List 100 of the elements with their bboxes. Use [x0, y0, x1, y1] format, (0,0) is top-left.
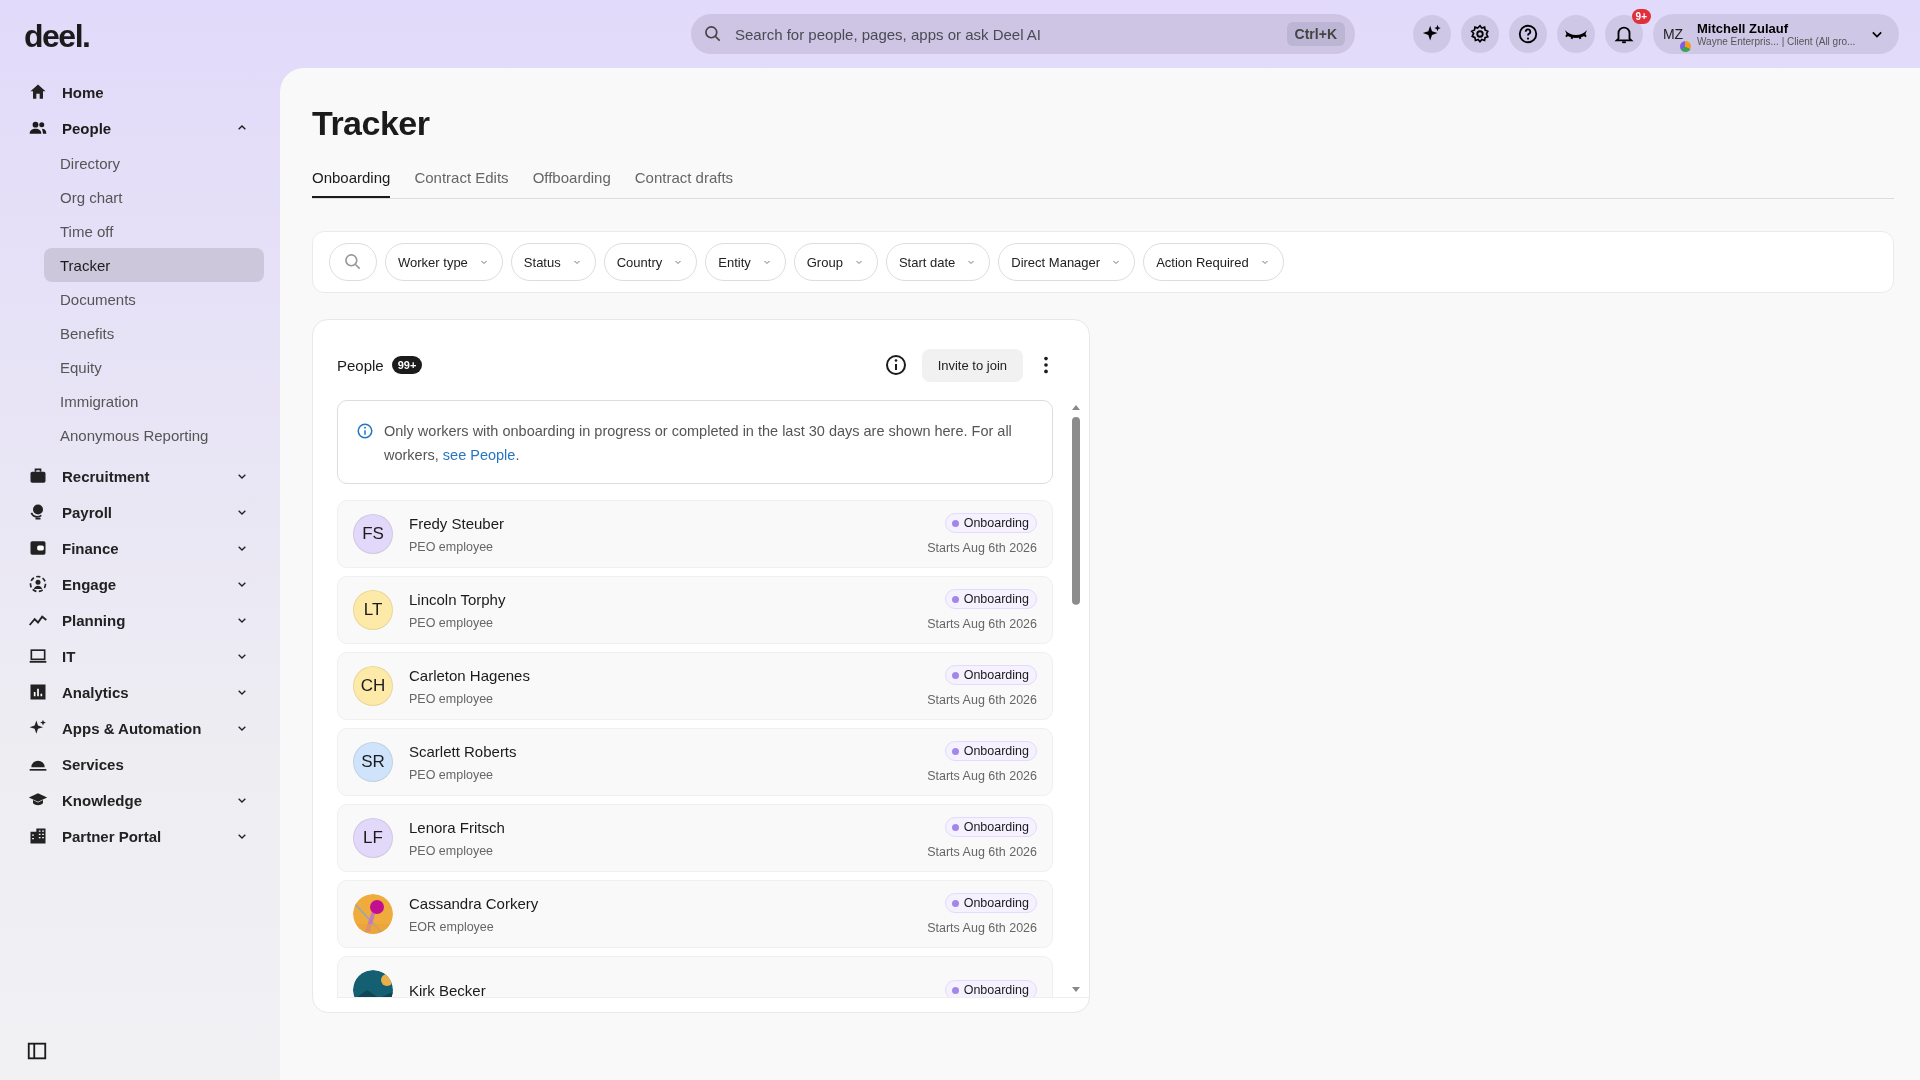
company-logo-icon — [1680, 41, 1691, 52]
status-label: Onboarding — [963, 896, 1029, 910]
status-label: Onboarding — [963, 592, 1029, 606]
info-icon[interactable] — [883, 353, 908, 377]
status-dot — [951, 519, 959, 527]
nav-subitem[interactable]: Anonymous Reporting — [44, 418, 264, 452]
laptop-icon — [28, 646, 48, 666]
status-dot — [951, 823, 959, 831]
nav-item[interactable]: Home — [24, 74, 264, 110]
tab[interactable]: Contract Edits — [414, 169, 509, 198]
avatar-initials: LT — [363, 600, 383, 620]
deel-logo[interactable]: deel. — [0, 0, 280, 68]
start-date: Starts Aug 6th 2026 — [927, 769, 1037, 783]
nav-item[interactable]: Analytics — [24, 674, 264, 710]
house-icon — [28, 82, 48, 102]
person-row[interactable]: CH Carleton Hagenes PEO employee Onboarding Starts Aug 6th 2026 — [337, 652, 1053, 720]
avatar-initials: FS — [362, 524, 384, 544]
status-dot — [951, 986, 959, 994]
sidebar-toggle-icon[interactable] — [26, 1040, 48, 1062]
person-circle-icon — [28, 574, 48, 594]
filter-dropdown[interactable]: Group — [793, 243, 878, 281]
person-name: Kirk Becker — [409, 981, 487, 997]
start-date: Starts Aug 6th 2026 — [927, 921, 1037, 935]
worker-type: PEO employee — [409, 767, 495, 782]
filter-dropdown[interactable]: Start date — [885, 243, 991, 281]
nav-item[interactable]: Recruitment — [24, 458, 264, 494]
nav-item[interactable]: IT — [24, 638, 264, 674]
person-row[interactable]: Kirk Becker Onboarding — [337, 956, 1053, 997]
status-dot — [951, 671, 959, 679]
privacy-button[interactable] — [1557, 15, 1595, 53]
nav-item[interactable]: Payroll — [24, 494, 264, 530]
filter-dropdown[interactable]: Worker type — [385, 243, 503, 281]
status-dot — [951, 747, 959, 755]
filter-dropdown[interactable]: Country — [603, 243, 698, 281]
tab[interactable]: Onboarding — [312, 169, 391, 198]
person-row[interactable]: LF Lenora Fritsch PEO employee Onboarding Starts Aug 6th 2026 — [337, 804, 1053, 872]
nav-item[interactable]: People — [24, 110, 264, 146]
nav-subitem[interactable]: Documents — [44, 282, 264, 316]
settings-button[interactable] — [1461, 15, 1499, 53]
person-name: Lenora Fritsch — [409, 818, 506, 836]
filter-dropdown[interactable]: Status — [510, 243, 596, 281]
see-people-link[interactable]: see People — [442, 447, 516, 463]
closed-eye-icon — [1565, 28, 1587, 40]
worker-type: PEO employee — [409, 843, 495, 858]
person-name: Scarlett Roberts — [409, 742, 518, 760]
nav-item[interactable]: Knowledge — [24, 782, 264, 818]
help-button[interactable] — [1509, 15, 1547, 53]
user-subtitle: Wayne Enterpris... | Client (All gro... — [1697, 36, 1857, 47]
worker-type: EOR employee — [409, 919, 495, 934]
nav-item[interactable]: Planning — [24, 602, 264, 638]
person-name: Fredy Steuber — [409, 514, 506, 532]
wallet-icon — [28, 538, 48, 558]
person-row[interactable]: FS Fredy Steuber PEO employee Onboarding Starts Aug 6th 2026 — [337, 500, 1053, 568]
briefcase-icon — [28, 466, 48, 486]
status-dot — [951, 899, 959, 907]
nav-item[interactable]: Services — [24, 746, 264, 782]
person-row[interactable]: LT Lincoln Torphy PEO employee Onboarding Starts Aug 6th 2026 — [337, 576, 1053, 644]
nav-subitem[interactable]: Tracker — [44, 248, 264, 282]
status-dot — [951, 595, 959, 603]
filter-dropdown[interactable]: Entity — [705, 243, 786, 281]
status-label: Onboarding — [963, 744, 1029, 758]
building-icon — [28, 826, 48, 846]
nav-item[interactable]: Apps & Automation — [24, 710, 264, 746]
person-row[interactable]: SR Scarlett Roberts PEO employee Onboarding Starts Aug 6th 2026 — [337, 728, 1053, 796]
person-row[interactable]: Cassandra Corkery EOR employee Onboarding Starts Aug 6th 2026 — [337, 880, 1053, 948]
settings-icon — [1469, 23, 1491, 45]
search-field[interactable]: Search for people, pages, apps or ask Deel AI Ctrl+K — [691, 14, 1355, 54]
nav-subitem[interactable]: Equity — [44, 350, 264, 384]
avatar-initials: MZ — [1662, 26, 1684, 42]
bar-chart-icon — [28, 682, 48, 702]
status-label: Onboarding — [963, 668, 1029, 682]
tab[interactable]: Offboarding — [532, 169, 611, 198]
nav-item[interactable]: Engage — [24, 566, 264, 602]
filter-dropdown[interactable]: Action Required — [1143, 243, 1284, 281]
nav-subitem[interactable]: Immigration — [44, 384, 264, 418]
nav-subitem[interactable]: Org chart — [44, 180, 264, 214]
nav-subitem[interactable]: Time off — [44, 214, 264, 248]
status-label: Onboarding — [963, 820, 1029, 834]
status-label: Onboarding — [963, 516, 1029, 530]
nav-item[interactable]: Partner Portal — [24, 818, 264, 854]
nav-subitem[interactable]: Benefits — [44, 316, 264, 350]
notification-badge: 9+ — [1631, 9, 1651, 24]
person-name: Cassandra Corkery — [409, 894, 540, 912]
search-icon — [703, 24, 723, 44]
search-input[interactable]: Search for people, pages, apps or ask Deel AI — [733, 24, 1277, 44]
account-menu[interactable]: MZ Mitchell Zulauf Wayne Enterpris... | Client (All gro... — [1653, 14, 1899, 54]
help-icon — [1517, 23, 1539, 45]
nav-subitem[interactable]: Directory — [44, 146, 264, 180]
search-icon — [343, 252, 363, 272]
ai-sparkle-button[interactable] — [1413, 15, 1451, 53]
page-title: Tracker — [312, 104, 431, 143]
invite-button[interactable]: Invite to join — [921, 348, 1023, 382]
nav-item[interactable]: Finance — [24, 530, 264, 566]
avatar-initials: SR — [361, 752, 385, 772]
worker-type: PEO employee — [409, 615, 495, 630]
filter-dropdown[interactable]: Direct Manager — [998, 243, 1136, 281]
tab[interactable]: Contract drafts — [634, 169, 734, 198]
person-name: Lincoln Torphy — [409, 590, 507, 608]
user-name: Mitchell Zulauf — [1697, 21, 1789, 36]
shortcut-hint: Ctrl+K — [1286, 22, 1345, 46]
